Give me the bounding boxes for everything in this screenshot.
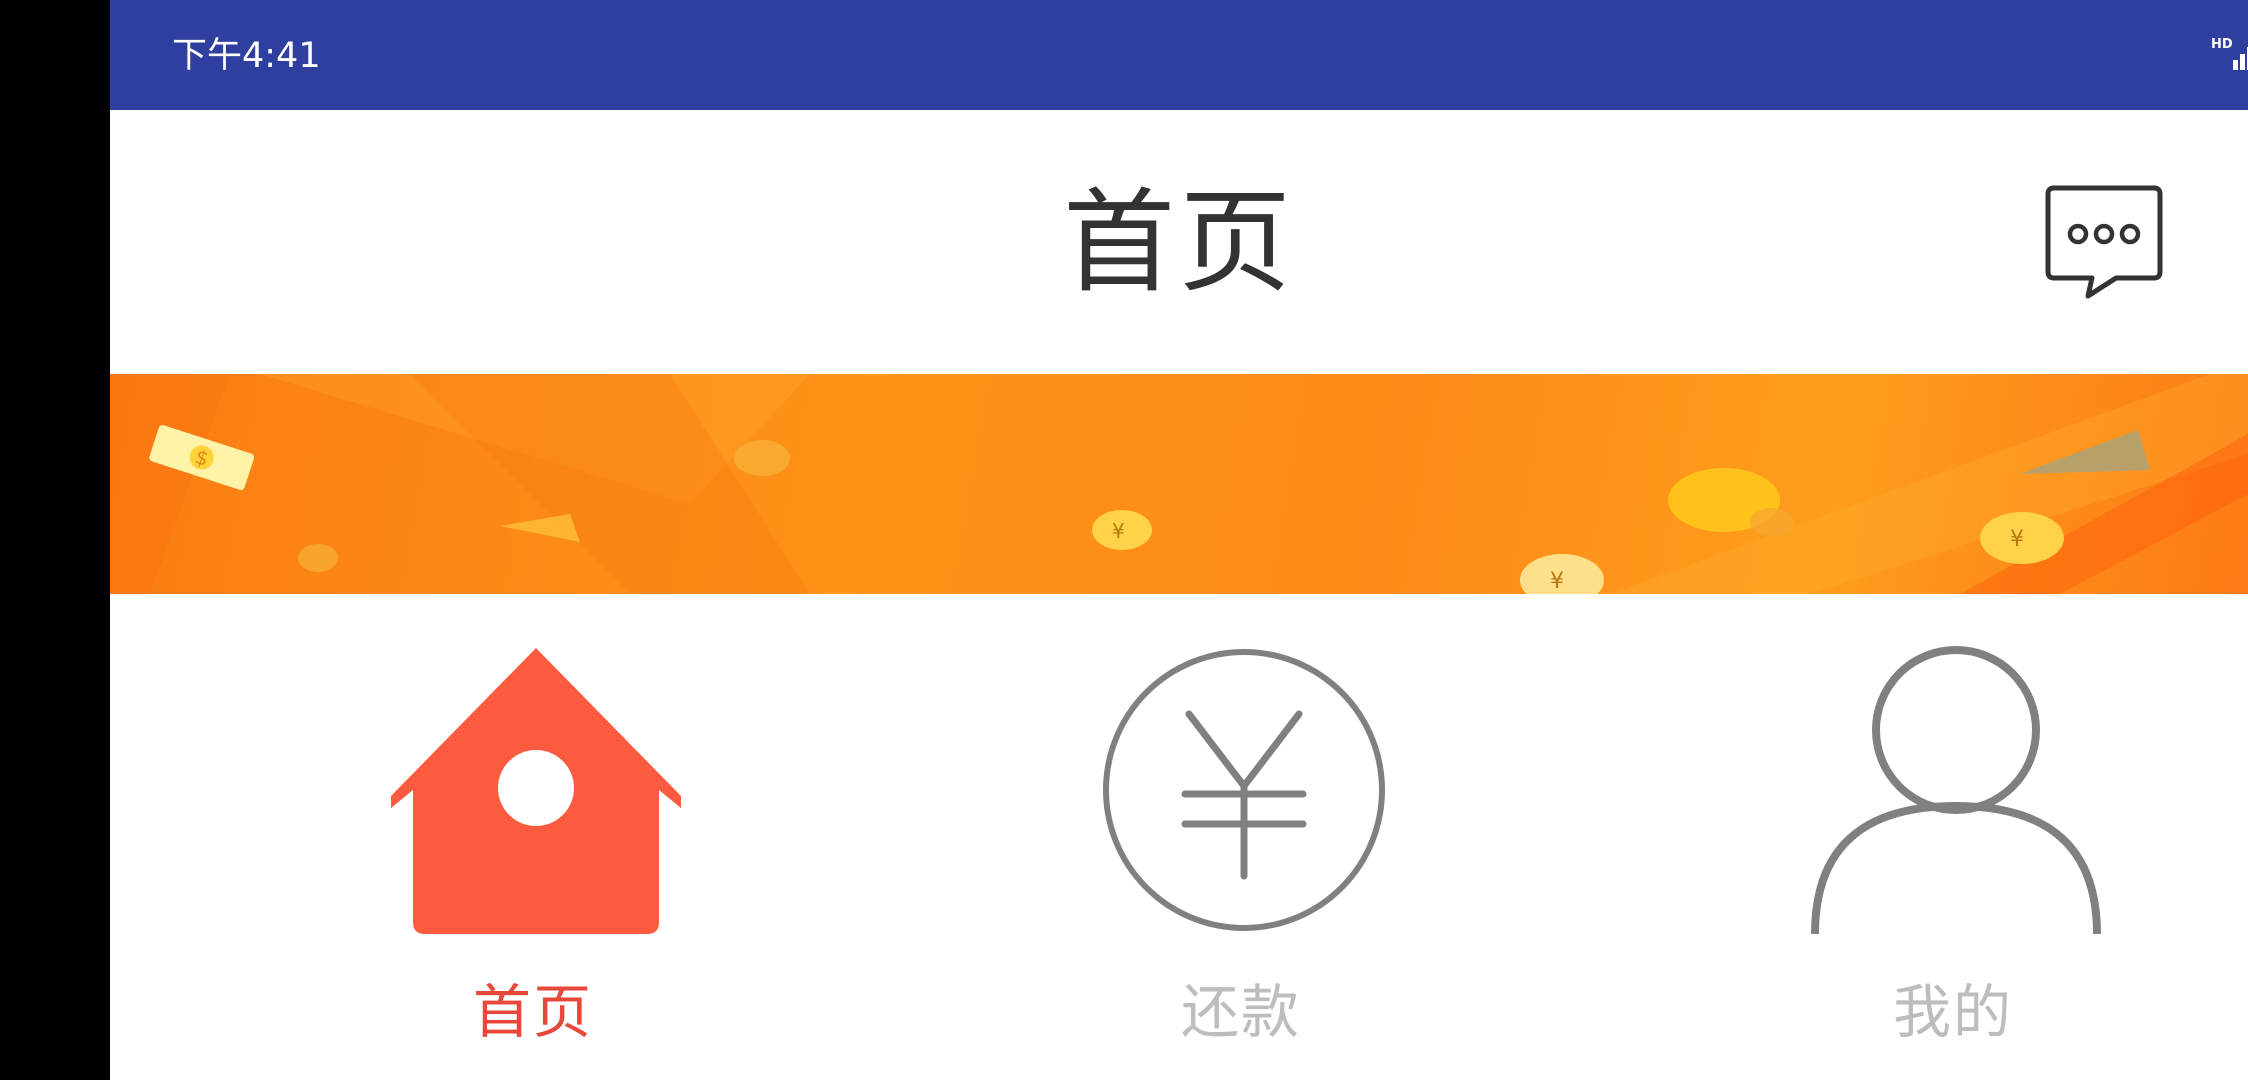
bottom-nav: 首页 还款 我的 <box>110 594 2248 1080</box>
nav-label-home: 首页 <box>472 978 593 1046</box>
app-header: 首页 <box>110 110 2248 374</box>
nav-item-repayment[interactable]: 还款 <box>1041 594 1441 1080</box>
person-icon <box>1811 646 2101 934</box>
home-icon <box>391 648 681 934</box>
banner-artwork: $ ¥ ¥ ¥ <box>110 374 2248 594</box>
message-button[interactable] <box>2044 184 2164 300</box>
nav-item-home[interactable]: 首页 <box>333 594 733 1080</box>
app-screen: 下午4:41 HD 首页 $ ¥ ¥ ¥ 首页 还款 我的 <box>110 0 2248 1080</box>
status-time: 下午4:41 <box>172 36 321 76</box>
page-title: 首页 <box>1063 178 1295 308</box>
nav-item-mine[interactable]: 我的 <box>1753 594 2153 1080</box>
promo-banner[interactable]: $ ¥ ¥ ¥ <box>110 374 2248 594</box>
svg-text:¥: ¥ <box>2010 527 2024 552</box>
nav-label-mine: 我的 <box>1892 978 2013 1046</box>
chat-bubble-icon <box>2045 185 2163 299</box>
svg-text:HD: HD <box>2211 37 2233 52</box>
yen-circle-icon <box>1103 649 1385 931</box>
status-bar: 下午4:41 HD <box>110 0 2248 110</box>
nav-label-repayment: 还款 <box>1180 978 1301 1046</box>
svg-text:¥: ¥ <box>1550 569 1564 594</box>
svg-text:¥: ¥ <box>1112 519 1125 543</box>
hd-signal-icon: HD <box>2211 37 2248 70</box>
